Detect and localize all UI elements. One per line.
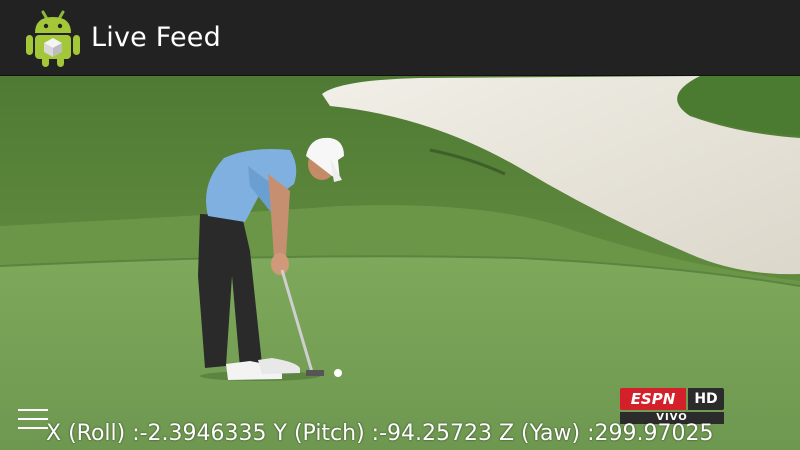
app-title: Live Feed [91, 22, 221, 53]
hamburger-menu-icon[interactable] [18, 408, 48, 430]
live-feed-app: Live Feed ESPN HD VIVO X (Roll):-2.3946… [0, 0, 800, 450]
orientation-sensor-readout: X (Roll) :-2.3946335 Y (Pitch) :-94.2572… [46, 421, 714, 446]
android-robot-icon[interactable] [25, 8, 81, 68]
espn-logo: ESPN [620, 388, 686, 410]
hd-badge: HD [688, 388, 724, 410]
action-bar: Live Feed [0, 0, 800, 76]
